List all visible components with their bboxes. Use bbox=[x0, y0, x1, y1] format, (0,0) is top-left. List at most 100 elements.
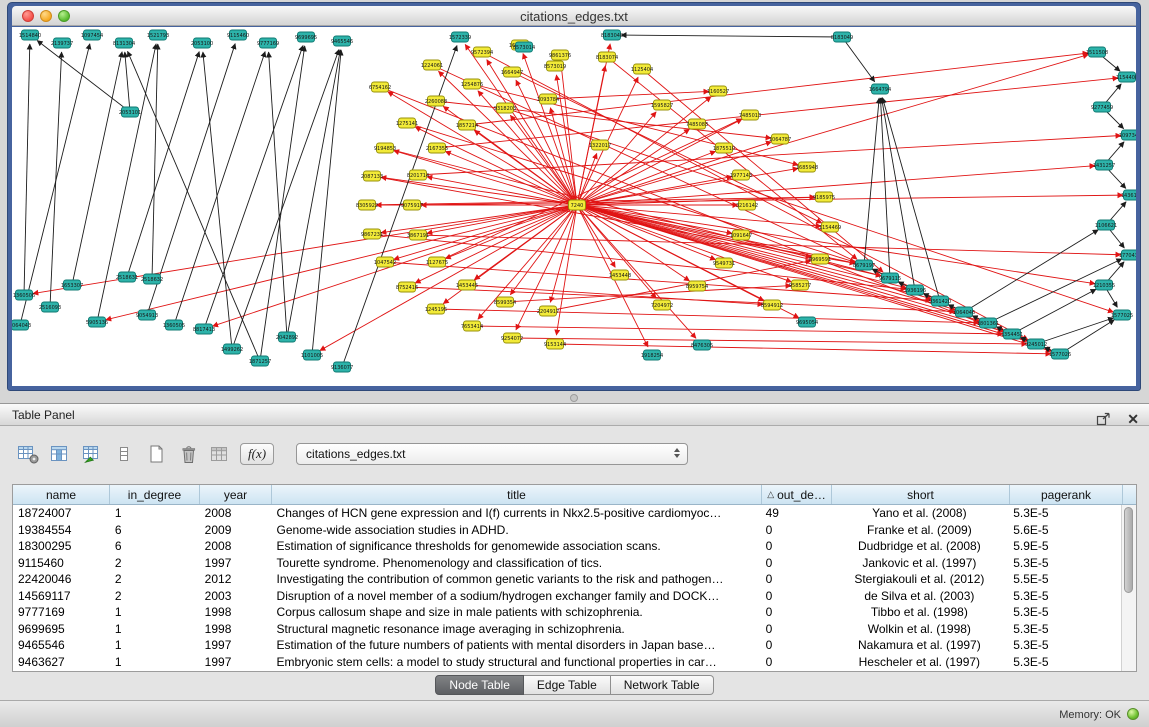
tab-node-table[interactable]: Node Table bbox=[435, 675, 524, 695]
table-row[interactable]: 1872400712008Changes of HCN gene express… bbox=[13, 505, 1121, 522]
graph-node[interactable]: 9572394 bbox=[471, 47, 493, 57]
graph-node[interactable]: 1871257 bbox=[249, 356, 271, 366]
graph-node[interactable]: 8959754 bbox=[686, 281, 708, 291]
column-header-out-degree[interactable]: △ out_de… bbox=[762, 485, 832, 504]
graph-node[interactable]: 1064046 bbox=[953, 307, 975, 317]
graph-node[interactable]: 8969591 bbox=[809, 254, 831, 264]
rows-icon[interactable] bbox=[112, 442, 136, 466]
graph-node[interactable]: 1770433 bbox=[1119, 250, 1136, 260]
graph-node[interactable]: 2042892 bbox=[276, 332, 298, 342]
function-builder-button[interactable]: f(x) bbox=[240, 443, 274, 465]
graph-node[interactable]: 9361420 bbox=[929, 296, 951, 306]
table-disabled-icon[interactable] bbox=[208, 442, 232, 466]
table-row[interactable]: 969969511998Structural magnetic resonanc… bbox=[13, 621, 1121, 638]
graph-node[interactable]: 7485013 bbox=[739, 110, 761, 120]
graph-node[interactable]: 1653307 bbox=[61, 280, 83, 290]
graph-node[interactable]: 5905136 bbox=[86, 317, 108, 327]
table-row[interactable]: 946554611997Estimation of the future num… bbox=[13, 637, 1121, 654]
graph-node[interactable]: 1210355 bbox=[1093, 280, 1115, 290]
graph-node[interactable]: 9136077 bbox=[331, 362, 353, 372]
tab-edge-table[interactable]: Edge Table bbox=[524, 675, 611, 695]
graph-node[interactable]: 1097343 bbox=[1119, 130, 1136, 140]
column-header-year[interactable]: year bbox=[200, 485, 272, 504]
graph-node[interactable]: 9254072 bbox=[501, 333, 523, 343]
graph-node[interactable]: 2518631 bbox=[116, 272, 138, 282]
graph-node[interactable]: 1664794 bbox=[869, 84, 891, 94]
graph-node[interactable]: 6754162 bbox=[369, 82, 391, 92]
graph-node[interactable]: 9699695 bbox=[295, 32, 317, 42]
graph-node[interactable]: 8201714 bbox=[407, 170, 429, 180]
graph-node[interactable]: 1360506 bbox=[13, 290, 35, 300]
graph-node[interactable]: 3216142 bbox=[736, 200, 758, 210]
graph-node[interactable]: 1091647 bbox=[730, 230, 752, 240]
graph-node[interactable]: 9777169 bbox=[257, 38, 279, 48]
graph-node[interactable]: 1857214 bbox=[456, 120, 478, 130]
graph-node[interactable]: 7653414 bbox=[461, 321, 483, 331]
graph-node[interactable]: 1224061 bbox=[421, 60, 443, 70]
graph-node[interactable]: 8679197 bbox=[853, 260, 875, 270]
graph-node[interactable]: 1595827 bbox=[651, 100, 673, 110]
graph-node[interactable]: 2260088 bbox=[425, 96, 447, 106]
graph-node[interactable]: 8573014 bbox=[513, 42, 535, 52]
graph-node[interactable]: 1453445 bbox=[456, 280, 478, 290]
graph-node[interactable]: 1521793 bbox=[147, 30, 169, 40]
graph-node[interactable]: 2053101 bbox=[119, 107, 141, 117]
graph-node[interactable]: 1577025 bbox=[1111, 310, 1133, 320]
graph-node[interactable]: 8476305 bbox=[691, 340, 713, 350]
graph-node[interactable]: 1047542 bbox=[374, 257, 396, 267]
graph-node[interactable]: 1127675 bbox=[426, 257, 448, 267]
graph-node[interactable]: 9194853 bbox=[374, 143, 396, 153]
graph-node[interactable]: 9277459 bbox=[1091, 102, 1113, 112]
graph-node[interactable]: 2516093 bbox=[39, 302, 61, 312]
graph-node[interactable]: 1106621 bbox=[1095, 220, 1117, 230]
graph-node[interactable]: 9679115 bbox=[879, 273, 901, 283]
graph-node[interactable]: 9549731 bbox=[713, 258, 735, 268]
graph-node[interactable]: 2167355 bbox=[426, 143, 448, 153]
graph-node[interactable]: 1097454 bbox=[81, 30, 103, 40]
table-row[interactable]: 1456911722003Disruption of a novel membe… bbox=[13, 588, 1121, 605]
graph-node[interactable]: 2053100 bbox=[191, 38, 213, 48]
graph-node[interactable]: 8183048 bbox=[601, 30, 623, 40]
table-selector-dropdown[interactable]: citations_edges.txt bbox=[296, 443, 688, 465]
graph-node[interactable]: 2139737 bbox=[51, 38, 73, 48]
graph-node[interactable]: 1936196 bbox=[904, 285, 926, 295]
graph-node[interactable]: 1160527 bbox=[707, 86, 729, 96]
graph-node[interactable]: 8305922 bbox=[356, 200, 378, 210]
graph-node[interactable]: 1360505 bbox=[163, 320, 185, 330]
graph-node[interactable]: 2204917 bbox=[537, 306, 559, 316]
graph-node[interactable]: 1499262 bbox=[221, 344, 243, 354]
graph-node[interactable]: 3867191 bbox=[407, 230, 429, 240]
close-panel-icon[interactable]: ✕ bbox=[1127, 412, 1139, 426]
table-mode-icon[interactable] bbox=[16, 442, 40, 466]
graph-node[interactable]: 1254876 bbox=[461, 79, 483, 89]
graph-node[interactable]: 1093784 bbox=[537, 94, 559, 104]
graph-node[interactable]: 1064787 bbox=[769, 134, 791, 144]
graph-node[interactable]: 1436143 bbox=[1121, 190, 1136, 200]
table-row[interactable]: 911546021997Tourette syndrome. Phenomeno… bbox=[13, 555, 1121, 572]
graph-node[interactable]: 1875510 bbox=[713, 143, 735, 153]
table-row[interactable]: 977716911998Corpus callosum shape and si… bbox=[13, 604, 1121, 621]
graph-node[interactable]: 1354451 bbox=[1001, 329, 1023, 339]
graph-node[interactable]: 1245195 bbox=[425, 304, 447, 314]
graph-node[interactable]: 9465546 bbox=[331, 36, 353, 46]
column-header-in-degree[interactable]: in_degree bbox=[110, 485, 200, 504]
graph-node[interactable]: 9054913 bbox=[136, 310, 158, 320]
scrollbar-thumb[interactable] bbox=[1124, 507, 1133, 593]
graph-node[interactable]: 9115460 bbox=[227, 30, 249, 40]
column-header-pagerank[interactable]: pagerank bbox=[1010, 485, 1123, 504]
graph-node[interactable]: 9075917 bbox=[401, 200, 423, 210]
graph-node[interactable]: 9585277 bbox=[789, 280, 811, 290]
graph-node[interactable]: 1064043 bbox=[12, 320, 31, 330]
graph-node[interactable]: 1577026 bbox=[1049, 349, 1071, 359]
graph-node[interactable]: 1431257 bbox=[1093, 160, 1115, 170]
graph-node[interactable]: 9861376 bbox=[549, 50, 571, 60]
network-view[interactable]: 7240915314492540727653414124519587524161… bbox=[12, 27, 1136, 386]
graph-node[interactable]: 1664947 bbox=[501, 67, 523, 77]
graph-node[interactable]: 8599354 bbox=[494, 297, 516, 307]
graph-node[interactable]: 1322017 bbox=[589, 140, 611, 150]
graph-node[interactable]: 1514840 bbox=[19, 30, 41, 40]
graph-node[interactable]: 8183074 bbox=[596, 52, 618, 62]
graph-node[interactable]: 8817413 bbox=[193, 324, 215, 334]
graph-node[interactable]: 2087133 bbox=[361, 171, 383, 181]
graph-node[interactable]: 8752416 bbox=[396, 282, 418, 292]
